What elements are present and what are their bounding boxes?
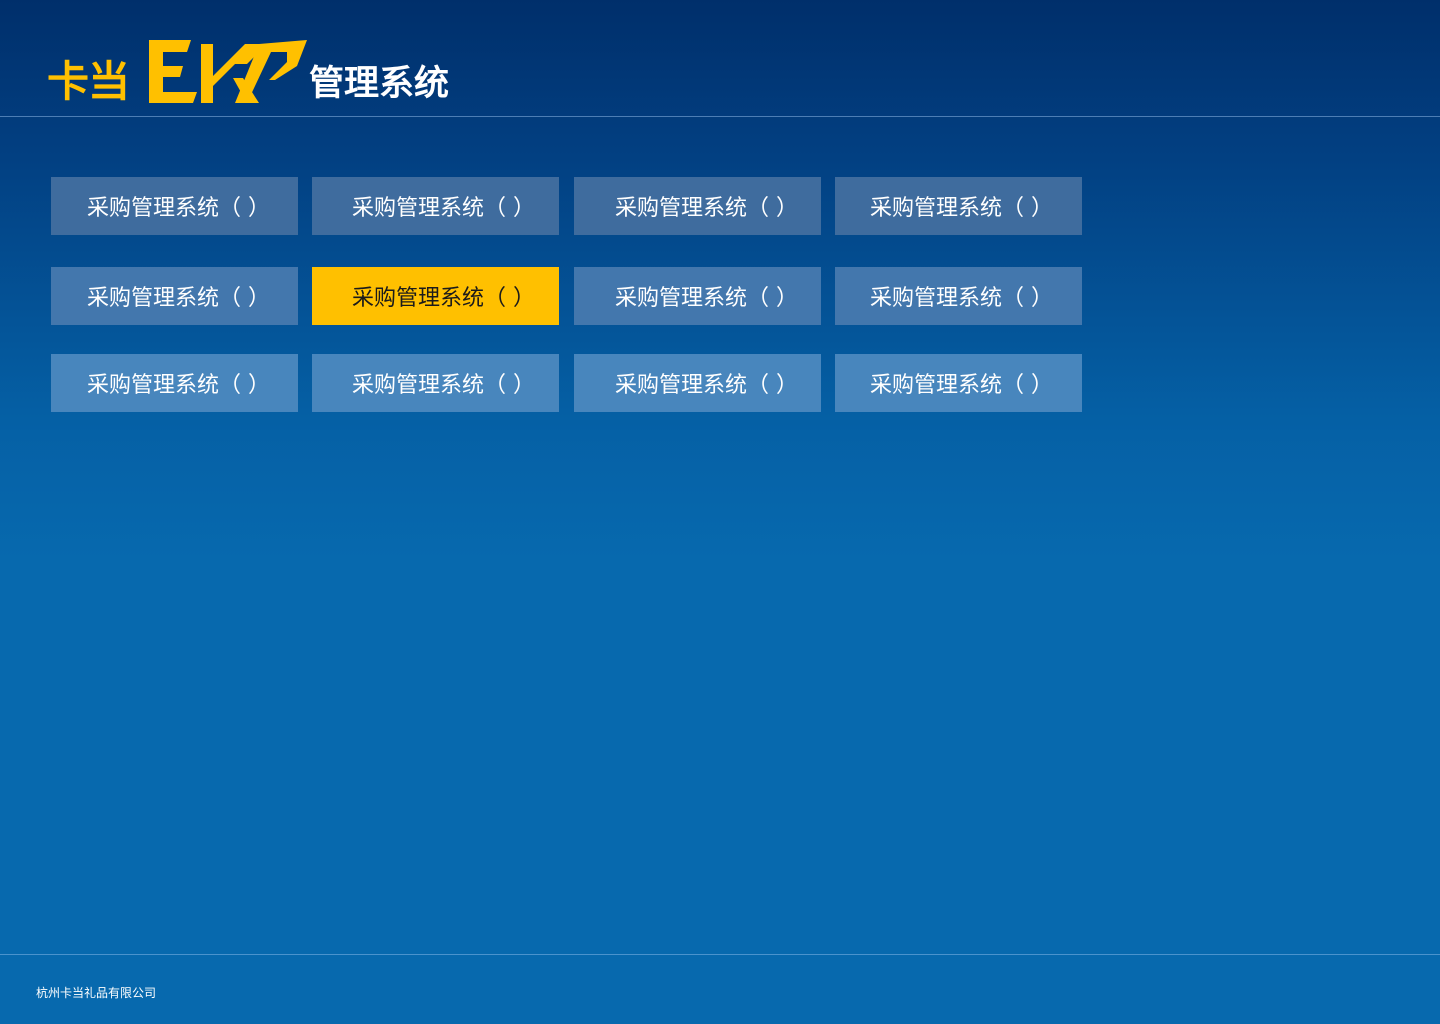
system-tile[interactable]: 采购管理系统（ ）	[574, 267, 821, 325]
system-tile-label: 采购管理系统（ ）	[352, 196, 535, 221]
system-tile-active[interactable]: 采购管理系统（ ）	[312, 267, 559, 325]
system-tile-label: 采购管理系统（ ）	[870, 286, 1053, 311]
system-tile[interactable]: 采购管理系统（ ）	[312, 177, 559, 235]
system-tile-label: 采购管理系统（ ）	[352, 286, 535, 311]
system-tile[interactable]: 采购管理系统（ ）	[835, 354, 1082, 412]
system-tile[interactable]: 采购管理系统（ ）	[574, 177, 821, 235]
system-tile[interactable]: 采购管理系统（ ）	[835, 177, 1082, 235]
system-tile-label: 采购管理系统（ ）	[615, 373, 798, 398]
system-tile[interactable]: 采购管理系统（ ）	[835, 267, 1082, 325]
system-tile[interactable]: 采购管理系统（ ）	[312, 354, 559, 412]
system-tile-label: 采购管理系统（ ）	[352, 373, 535, 398]
footer-divider	[0, 954, 1440, 955]
system-tile-grid: 采购管理系统（ ） 采购管理系统（ ） 采购管理系统（ ） 采购管理系统（ ） …	[0, 0, 1440, 1024]
system-tile-label: 采购管理系统（ ）	[870, 373, 1053, 398]
system-tile-label: 采购管理系统（ ）	[870, 196, 1053, 221]
system-tile-label: 采购管理系统（ ）	[615, 286, 798, 311]
system-tile[interactable]: 采购管理系统（ ）	[574, 354, 821, 412]
system-tile-label: 采购管理系统（ ）	[87, 196, 270, 221]
system-tile-label: 采购管理系统（ ）	[87, 286, 270, 311]
footer-company-name: 杭州卡当礼品有限公司	[36, 986, 157, 1000]
system-tile-label: 采购管理系统（ ）	[615, 196, 798, 221]
system-tile[interactable]: 采购管理系统（ ）	[51, 267, 298, 325]
system-tile[interactable]: 采购管理系统（ ）	[51, 354, 298, 412]
system-tile-label: 采购管理系统（ ）	[87, 373, 270, 398]
system-tile[interactable]: 采购管理系统（ ）	[51, 177, 298, 235]
